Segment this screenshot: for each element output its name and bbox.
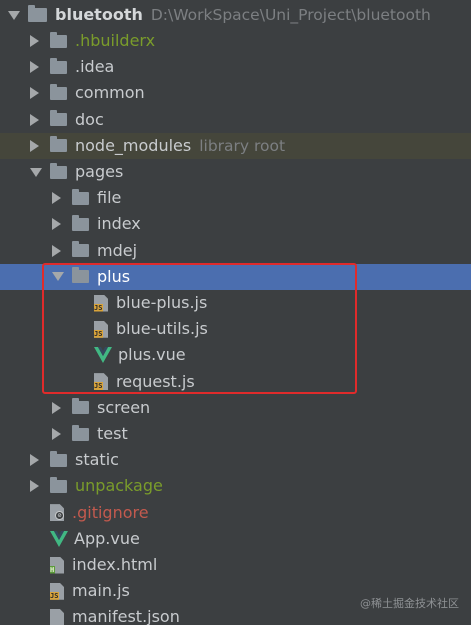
tree-folder-row[interactable]: screen — [0, 395, 471, 421]
tree-item-label: request.js — [116, 371, 195, 391]
tree-folder-row[interactable]: pages — [0, 159, 471, 185]
vue-icon — [94, 347, 112, 364]
folder-icon — [72, 424, 89, 441]
tree-file-row[interactable]: Hindex.html — [0, 552, 471, 578]
vue-icon — [50, 530, 68, 547]
tree-folder-row[interactable]: static — [0, 447, 471, 473]
folder-icon — [50, 57, 67, 74]
js-file-icon: JS — [94, 373, 108, 391]
tree-item-label: .hbuilderx — [75, 31, 156, 50]
js-file-icon: JS — [50, 582, 64, 600]
tree-item-label: mdej — [97, 240, 138, 260]
collapse-arrow-icon[interactable] — [30, 480, 39, 493]
tree-file-row[interactable]: JS request.js — [0, 369, 471, 395]
collapse-arrow-icon[interactable] — [30, 139, 39, 152]
tree-item-label: blue-utils.js — [116, 319, 208, 339]
tree-item-label: App.vue — [74, 528, 140, 548]
folder-icon — [72, 188, 89, 205]
expand-arrow-icon[interactable] — [30, 167, 42, 177]
project-tree: bluetooth D:\WorkSpace\Uni_Project\bluet… — [0, 0, 471, 625]
gitignore-file-icon: ⊘ — [50, 504, 64, 522]
collapse-arrow-icon[interactable] — [52, 428, 61, 440]
root-folder-path: D:\WorkSpace\Uni_Project\bluetooth — [150, 6, 431, 24]
folder-icon — [50, 476, 67, 493]
expand-arrow-icon[interactable] — [8, 10, 20, 20]
tree-item-label: plus.vue — [118, 345, 186, 365]
folder-icon — [50, 450, 67, 467]
js-file-icon: JS — [94, 320, 108, 338]
tree-item-label: blue-plus.js — [116, 293, 208, 312]
tree-item-label: static — [75, 450, 119, 470]
tree-item-label: unpackage — [75, 476, 163, 496]
tree-item-label: index.html — [72, 555, 158, 574]
json-file-icon — [50, 608, 64, 625]
tree-folder-row[interactable]: .hbuilderx — [0, 28, 471, 54]
tree-item-label: node_modules — [75, 135, 192, 155]
tree-item-label: screen — [97, 397, 151, 417]
tree-file-row[interactable]: App.vue — [0, 526, 471, 552]
tree-item-label: test — [97, 424, 128, 443]
folder-icon — [72, 214, 89, 231]
collapse-arrow-icon[interactable] — [30, 87, 39, 100]
js-file-icon: JS — [94, 294, 108, 312]
collapse-arrow-icon[interactable] — [52, 192, 61, 205]
tree-folder-row[interactable]: test — [0, 421, 471, 447]
folder-icon — [50, 83, 67, 100]
folder-icon — [50, 162, 67, 179]
tree-item-label: plus — [97, 266, 131, 286]
folder-icon — [50, 110, 67, 127]
collapse-arrow-icon[interactable] — [52, 244, 61, 257]
tree-folder-row[interactable]: unpackage — [0, 473, 471, 499]
tree-folder-row[interactable]: index — [0, 211, 471, 237]
collapse-arrow-icon[interactable] — [30, 61, 39, 74]
folder-icon — [72, 398, 89, 415]
collapse-arrow-icon[interactable] — [30, 35, 39, 47]
tree-folder-row[interactable]: file — [0, 185, 471, 211]
folder-icon — [72, 241, 89, 258]
collapse-arrow-icon[interactable] — [52, 401, 61, 414]
tree-item-label: index — [97, 214, 141, 234]
expand-arrow-icon[interactable] — [52, 272, 64, 282]
folder-icon — [28, 5, 47, 22]
tree-item-label: common — [75, 83, 145, 103]
html-file-icon: H — [50, 556, 64, 574]
tree-file-row[interactable]: ⊘ .gitignore — [0, 500, 471, 526]
tree-file-row[interactable]: plus.vue — [0, 342, 471, 368]
tree-folder-row[interactable]: doc — [0, 107, 471, 133]
tree-folder-row[interactable]: common — [0, 80, 471, 106]
tree-item-label: doc — [75, 109, 104, 129]
tree-folder-row[interactable]: plus — [0, 263, 471, 290]
tree-file-row[interactable]: JS blue-utils.js — [0, 316, 471, 342]
tree-folder-row[interactable]: mdej — [0, 238, 471, 264]
folder-icon — [72, 267, 89, 284]
tree-item-label: pages — [75, 162, 124, 181]
tree-file-row[interactable]: JS blue-plus.js — [0, 290, 471, 316]
tree-item-label: file — [97, 188, 122, 208]
folder-icon — [50, 31, 67, 48]
collapse-arrow-icon[interactable] — [30, 454, 39, 467]
tree-folder-row[interactable]: node_modules library root — [0, 132, 471, 159]
root-folder-name: bluetooth — [55, 5, 143, 24]
collapse-arrow-icon[interactable] — [52, 218, 61, 231]
library-root-tag: library root — [199, 136, 286, 155]
tree-item-label: .gitignore — [72, 502, 149, 522]
watermark: @稀土掘金技术社区 — [360, 597, 459, 610]
tree-item-label: main.js — [72, 581, 130, 601]
tree-item-label: manifest.json — [72, 607, 180, 625]
tree-item-label: .idea — [75, 57, 115, 77]
collapse-arrow-icon[interactable] — [30, 113, 39, 126]
tree-root[interactable]: bluetooth D:\WorkSpace\Uni_Project\bluet… — [0, 2, 471, 28]
folder-icon — [50, 136, 67, 153]
tree-folder-row[interactable]: .idea — [0, 54, 471, 80]
